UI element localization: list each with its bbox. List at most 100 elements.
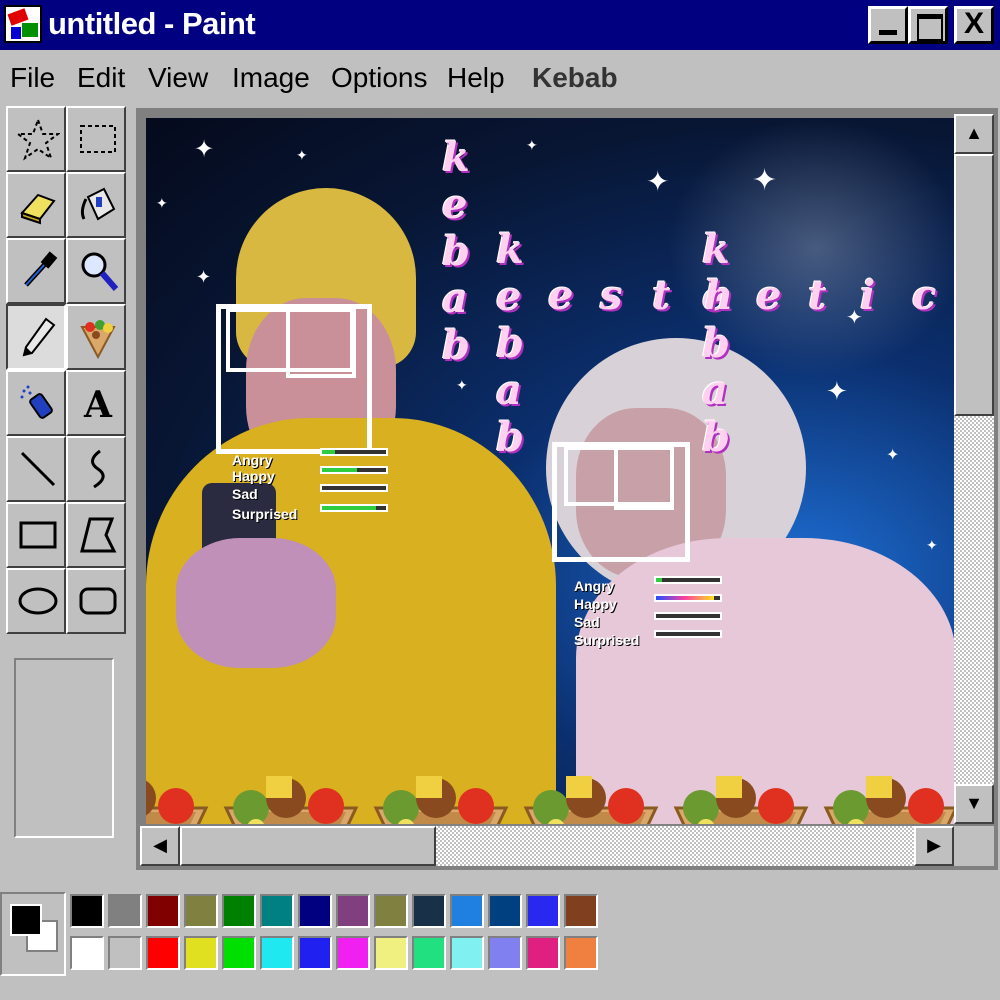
horizontal-scroll-thumb[interactable] — [180, 826, 436, 866]
menu-view[interactable]: View — [148, 62, 208, 94]
palette-swatch[interactable] — [374, 936, 408, 970]
palette-swatch[interactable] — [70, 894, 104, 928]
tool-text[interactable]: A — [66, 370, 126, 436]
close-button[interactable]: X — [954, 6, 994, 44]
word-art-letter: a — [442, 275, 468, 322]
eyedropper-icon — [24, 251, 58, 287]
tool-kebab[interactable] — [66, 304, 126, 370]
menu-bar: File Edit View Image Options Help Kebab — [0, 52, 1000, 104]
scroll-up-button[interactable]: ▲ — [954, 114, 994, 154]
menu-image[interactable]: Image — [232, 62, 310, 94]
palette-swatch[interactable] — [108, 936, 142, 970]
emotion-bar — [654, 630, 722, 638]
curve-icon — [91, 449, 105, 489]
star-icon: ✦ — [752, 164, 778, 197]
word-art-letter: k — [702, 226, 730, 273]
tool-eraser[interactable] — [6, 172, 66, 238]
paint-app-icon[interactable] — [4, 5, 42, 43]
star-icon: ✦ — [526, 137, 538, 153]
vertical-scrollbar[interactable]: ▲ ▼ — [954, 114, 994, 824]
tool-pencil[interactable] — [6, 304, 66, 370]
tool-options-panel[interactable] — [14, 658, 114, 838]
palette-swatch[interactable] — [184, 894, 218, 928]
word-art-letter: a — [496, 367, 522, 414]
palette-swatch[interactable] — [564, 936, 598, 970]
scroll-down-button[interactable]: ▼ — [954, 784, 994, 824]
menu-kebab[interactable]: Kebab — [532, 62, 618, 94]
emotion-bar — [320, 448, 388, 456]
maximize-button[interactable] — [908, 6, 948, 44]
palette-swatch[interactable] — [336, 936, 370, 970]
text-icon: A — [83, 384, 113, 425]
tool-airbrush[interactable] — [6, 370, 66, 436]
palette-swatch[interactable] — [488, 894, 522, 928]
palette-swatch[interactable] — [222, 936, 256, 970]
paint-window: untitled - Paint X File Edit View Image … — [0, 0, 1000, 1000]
star-icon: ✦ — [826, 376, 848, 406]
airbrush-icon — [20, 385, 53, 419]
tool-rounded-rectangle[interactable] — [66, 568, 126, 634]
tool-magnifier[interactable] — [66, 238, 126, 304]
tool-free-form-select[interactable] — [6, 106, 66, 172]
palette-swatch[interactable] — [450, 894, 484, 928]
palette-swatch[interactable] — [222, 894, 256, 928]
palette-swatch[interactable] — [374, 894, 408, 928]
minimize-button[interactable] — [868, 6, 908, 44]
foreground-color-swatch[interactable] — [10, 904, 42, 936]
title-bar[interactable]: untitled - Paint X — [0, 0, 1000, 50]
palette-swatch[interactable] — [336, 894, 370, 928]
tool-polygon[interactable] — [66, 502, 126, 568]
palette-swatch[interactable] — [298, 894, 332, 928]
palette-swatch[interactable] — [146, 936, 180, 970]
emotion-label: Surprised — [232, 506, 298, 522]
palette-swatch[interactable] — [526, 936, 560, 970]
palette-swatch[interactable] — [298, 936, 332, 970]
emotion-bar — [654, 594, 722, 602]
palette-swatch[interactable] — [184, 936, 218, 970]
palette-swatch[interactable] — [260, 894, 294, 928]
current-colors[interactable] — [0, 892, 66, 976]
word-art-letter: t — [808, 272, 827, 319]
kebab-image — [146, 768, 216, 824]
tool-curve[interactable] — [66, 436, 126, 502]
tool-line[interactable] — [6, 436, 66, 502]
window-title: untitled - Paint — [48, 6, 256, 41]
menu-options[interactable]: Options — [331, 62, 428, 94]
palette-swatch[interactable] — [146, 894, 180, 928]
word-art-letter: e — [756, 272, 782, 319]
emotion-label: Sad — [574, 614, 600, 630]
scroll-right-button[interactable]: ▶ — [914, 826, 954, 866]
palette-swatch[interactable] — [488, 936, 522, 970]
palette-swatch[interactable] — [260, 936, 294, 970]
palette-swatch[interactable] — [526, 894, 560, 928]
tool-select[interactable] — [66, 106, 126, 172]
scroll-left-button[interactable]: ◀ — [140, 826, 180, 866]
emotion-bar — [320, 466, 388, 474]
tool-rectangle[interactable] — [6, 502, 66, 568]
emotion-label: Happy — [574, 596, 617, 612]
tool-pick-color[interactable] — [6, 238, 66, 304]
word-art-letter: b — [496, 320, 524, 367]
star-icon: ✦ — [646, 166, 670, 197]
star-icon: ✦ — [194, 136, 215, 163]
horizontal-scrollbar[interactable]: ◀ ▶ — [140, 826, 954, 866]
palette-swatch[interactable] — [108, 894, 142, 928]
palette-swatch[interactable] — [450, 936, 484, 970]
word-art-letter: k — [442, 134, 470, 181]
tool-fill-with-color[interactable] — [66, 172, 126, 238]
vertical-scroll-thumb[interactable] — [954, 154, 994, 416]
drawing-canvas[interactable]: ✦ ✦ ✦ ✦ ✦ ✦ ✦ ✦ ✦ ✦ ✦ ✦ ✦ Angry Happy — [146, 118, 954, 824]
palette-swatch[interactable] — [412, 894, 446, 928]
tool-ellipse[interactable] — [6, 568, 66, 634]
kebab-image — [366, 768, 516, 824]
palette-swatch[interactable] — [412, 936, 446, 970]
word-art-letter: b — [702, 414, 730, 461]
word-art-letter: e — [496, 273, 522, 320]
menu-file[interactable]: File — [10, 62, 55, 94]
palette-swatch[interactable] — [564, 894, 598, 928]
menu-help[interactable]: Help — [447, 62, 505, 94]
word-art-letter: c — [912, 272, 937, 319]
palette-swatch[interactable] — [70, 936, 104, 970]
emotion-bar — [654, 576, 722, 584]
menu-edit[interactable]: Edit — [77, 62, 125, 94]
